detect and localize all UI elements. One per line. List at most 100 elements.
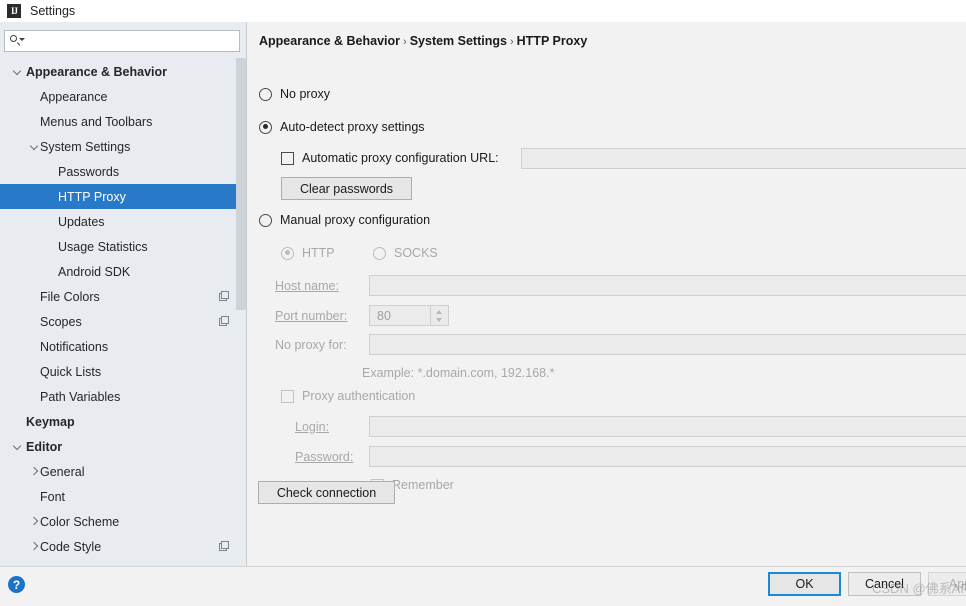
host-name-label: Host name: xyxy=(275,279,339,293)
clear-passwords-button[interactable]: Clear passwords xyxy=(281,177,412,200)
sidebar-item-label: Font xyxy=(40,489,66,504)
socks-protocol-option[interactable]: SOCKS xyxy=(373,246,438,260)
copy-icon[interactable] xyxy=(219,291,230,302)
auto-detect-radio[interactable] xyxy=(259,120,272,134)
sidebar-scrollbar-thumb[interactable] xyxy=(236,58,246,310)
sidebar-item-label: Usage Statistics xyxy=(58,239,148,254)
login-label-text: Login: xyxy=(295,420,330,434)
no-proxy-for-input[interactable] xyxy=(369,334,966,355)
sidebar-item-appearance-behavior[interactable]: Appearance & Behavior xyxy=(0,59,246,84)
sidebar-item-appearance[interactable]: Appearance xyxy=(0,84,246,109)
intellij-idea-icon: IJ xyxy=(7,4,21,18)
chevron-right-icon[interactable] xyxy=(29,541,40,552)
no-proxy-option[interactable]: No proxy xyxy=(259,87,330,101)
sidebar-item-label: File Colors xyxy=(40,289,100,304)
copy-icon[interactable] xyxy=(219,541,230,552)
socks-radio[interactable] xyxy=(373,246,386,260)
sidebar-item-passwords[interactable]: Passwords xyxy=(0,159,246,184)
cancel-button[interactable]: Cancel xyxy=(848,572,921,596)
sidebar-item-android-sdk[interactable]: Android SDK xyxy=(0,259,246,284)
login-input[interactable] xyxy=(369,416,966,437)
auto-config-url-option[interactable]: Automatic proxy configuration URL: xyxy=(281,151,499,165)
auto-config-url-label: Automatic proxy configuration URL: xyxy=(302,151,499,165)
sidebar-scrollbar[interactable] xyxy=(236,22,246,566)
sidebar-item-color-scheme[interactable]: Color Scheme xyxy=(0,509,246,534)
search-input[interactable] xyxy=(24,31,228,51)
manual-proxy-label: Manual proxy configuration xyxy=(280,213,431,227)
sidebar-item-notifications[interactable]: Notifications xyxy=(0,334,246,359)
manual-proxy-radio[interactable] xyxy=(259,213,272,227)
search-icon xyxy=(9,34,25,48)
port-number-label-text: Port number: xyxy=(275,309,348,323)
stepper-up-icon[interactable] xyxy=(431,306,448,316)
title-bar: IJ Settings xyxy=(0,0,966,22)
ok-button[interactable]: OK xyxy=(768,572,841,596)
sidebar-item-general[interactable]: General xyxy=(0,459,246,484)
proxy-authentication-checkbox[interactable] xyxy=(281,389,294,403)
sidebar-item-label: Scopes xyxy=(40,314,82,329)
sidebar-item-keymap[interactable]: Keymap xyxy=(0,409,246,434)
sidebar-item-label: Android SDK xyxy=(58,264,131,279)
sidebar-item-file-colors[interactable]: File Colors xyxy=(0,284,246,309)
ok-button-label: OK xyxy=(795,577,814,591)
manual-proxy-option[interactable]: Manual proxy configuration xyxy=(259,213,430,227)
sidebar-item-label: General xyxy=(40,464,85,479)
sidebar-item-http-proxy[interactable]: HTTP Proxy xyxy=(0,184,246,209)
help-icon[interactable]: ? xyxy=(8,576,25,593)
auto-detect-option[interactable]: Auto-detect proxy settings xyxy=(259,120,425,134)
sidebar-item-scopes[interactable]: Scopes xyxy=(0,309,246,334)
chevron-down-icon[interactable] xyxy=(12,441,23,452)
port-number-stepper[interactable] xyxy=(430,306,448,325)
host-name-label-text: Host name: xyxy=(275,279,339,293)
host-name-value xyxy=(370,276,377,290)
search-box[interactable] xyxy=(4,30,240,52)
sidebar-item-updates[interactable]: Updates xyxy=(0,209,246,234)
example-hint: Example: *.domain.com, 192.168.* xyxy=(362,366,555,380)
no-proxy-for-value xyxy=(370,335,377,349)
no-proxy-radio[interactable] xyxy=(259,87,272,101)
sidebar-item-label: Path Variables xyxy=(40,389,121,404)
http-radio[interactable] xyxy=(281,246,294,260)
sidebar-item-code-style[interactable]: Code Style xyxy=(0,534,246,559)
password-label: Password: xyxy=(295,450,353,464)
chevron-right-icon[interactable] xyxy=(29,466,40,477)
sidebar-item-system-settings[interactable]: System Settings xyxy=(0,134,246,159)
clear-passwords-label: Clear passwords xyxy=(299,181,394,196)
port-number-input[interactable]: 80 xyxy=(369,305,449,326)
stepper-down-icon[interactable] xyxy=(431,316,448,326)
chevron-down-icon[interactable] xyxy=(12,66,23,77)
chevron-right-icon[interactable] xyxy=(29,516,40,527)
login-label: Login: xyxy=(295,420,329,434)
http-label: HTTP xyxy=(302,246,335,260)
breadcrumb-separator-1: › xyxy=(403,36,407,48)
sidebar-item-menus-and-toolbars[interactable]: Menus and Toolbars xyxy=(0,109,246,134)
auto-config-url-checkbox[interactable] xyxy=(281,151,294,165)
login-value xyxy=(370,417,377,431)
apply-button-label: Apply xyxy=(948,577,966,591)
auto-detect-label: Auto-detect proxy settings xyxy=(280,120,425,134)
copy-icon[interactable] xyxy=(219,316,230,327)
sidebar-item-path-variables[interactable]: Path Variables xyxy=(0,384,246,409)
sidebar-item-label: Editor xyxy=(26,439,63,454)
sidebar-item-editor[interactable]: Editor xyxy=(0,434,246,459)
apply-button[interactable]: Apply xyxy=(928,572,966,596)
chevron-down-icon[interactable] xyxy=(29,141,40,152)
remember-label: Remember xyxy=(392,478,454,492)
check-connection-button[interactable]: Check connection xyxy=(258,481,395,504)
sidebar-item-label: Updates xyxy=(58,214,105,229)
sidebar-item-font[interactable]: Font xyxy=(0,484,246,509)
sidebar-item-usage-statistics[interactable]: Usage Statistics xyxy=(0,234,246,259)
password-input[interactable] xyxy=(369,446,966,467)
proxy-authentication-option[interactable]: Proxy authentication xyxy=(281,389,415,403)
sidebar-item-label: Appearance & Behavior xyxy=(26,64,168,79)
no-proxy-for-label: No proxy for: xyxy=(275,338,347,352)
auto-config-url-value xyxy=(522,149,529,163)
http-protocol-option[interactable]: HTTP xyxy=(281,246,335,260)
host-name-input[interactable] xyxy=(369,275,966,296)
breadcrumb: Appearance & Behavior › System Settings › HT… xyxy=(259,34,587,48)
proxy-authentication-label: Proxy authentication xyxy=(302,389,416,403)
check-connection-label: Check connection xyxy=(276,485,377,500)
auto-config-url-input[interactable] xyxy=(521,148,966,169)
sidebar-item-label: Color Scheme xyxy=(40,514,120,529)
sidebar-item-quick-lists[interactable]: Quick Lists xyxy=(0,359,246,384)
